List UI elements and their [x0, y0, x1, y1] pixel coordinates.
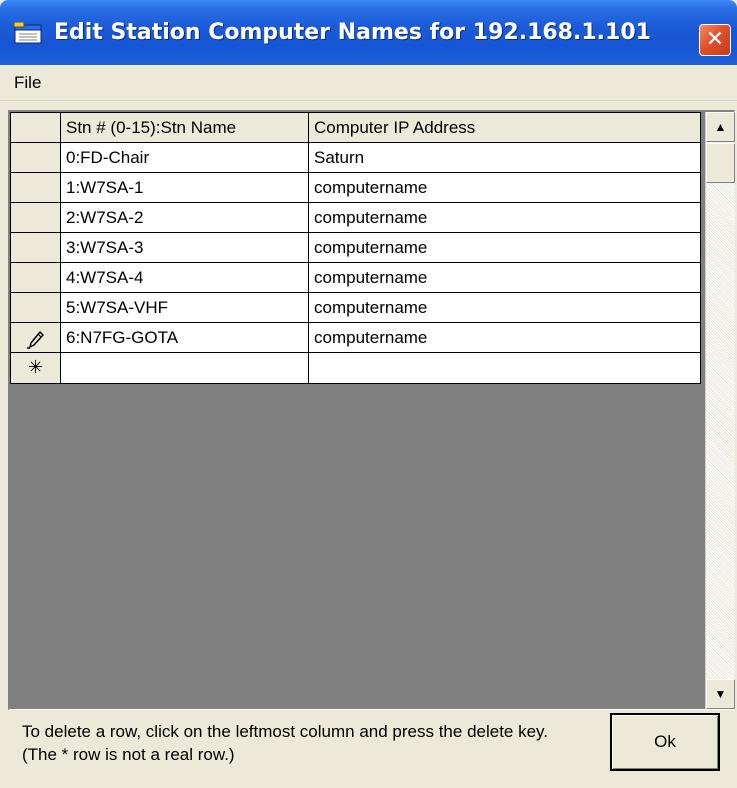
station-cell[interactable]: 6:N7FG-GOTA	[60, 322, 309, 353]
close-icon: ✕	[705, 27, 725, 52]
computer-cell[interactable]: computername	[308, 292, 701, 323]
vertical-scrollbar[interactable]: ▲ ▼	[705, 112, 735, 709]
station-cell[interactable]: 0:FD-Chair	[60, 142, 309, 173]
window-app-icon	[14, 22, 42, 44]
computer-cell[interactable]: computername	[308, 322, 701, 353]
header-row: Stn # (0-15):Stn Name Computer IP Addres…	[10, 112, 701, 143]
computer-cell[interactable]: computername	[308, 172, 701, 203]
asterisk-icon: ✳	[27, 357, 44, 378]
arrow-down-icon: ▼	[714, 687, 727, 701]
row-selector[interactable]: ✳	[10, 352, 61, 384]
computer-cell[interactable]: computername	[308, 202, 701, 233]
scroll-thumb[interactable]	[706, 143, 735, 183]
title-bar[interactable]: Edit Station Computer Names for 192.168.…	[0, 0, 737, 65]
row-selector[interactable]	[10, 322, 61, 353]
table-row: 4:W7SA-4 computername	[10, 262, 701, 293]
station-grid: Stn # (0-15):Stn Name Computer IP Addres…	[8, 110, 735, 710]
corner-header-cell[interactable]	[10, 112, 61, 143]
dialog-window: Edit Station Computer Names for 192.168.…	[0, 0, 737, 788]
computer-cell[interactable]: Saturn	[308, 142, 701, 173]
table-row: 5:W7SA-VHF computername	[10, 292, 701, 323]
menu-item-file[interactable]: File	[10, 71, 45, 95]
computer-cell[interactable]	[308, 352, 701, 384]
new-row: ✳	[10, 352, 701, 384]
arrow-up-icon: ▲	[714, 120, 727, 134]
menu-bar: File	[0, 65, 737, 101]
table-row-editing: 6:N7FG-GOTA computername	[10, 322, 701, 353]
grid-viewport: Stn # (0-15):Stn Name Computer IP Addres…	[10, 112, 705, 709]
pencil-icon	[26, 331, 44, 349]
column-header-computer[interactable]: Computer IP Address	[308, 112, 701, 143]
table-row: 2:W7SA-2 computername	[10, 202, 701, 233]
row-selector[interactable]	[10, 292, 61, 323]
row-selector[interactable]	[10, 232, 61, 263]
table-row: 1:W7SA-1 computername	[10, 172, 701, 203]
station-cell[interactable]: 5:W7SA-VHF	[60, 292, 309, 323]
station-cell[interactable]: 3:W7SA-3	[60, 232, 309, 263]
station-cell[interactable]: 1:W7SA-1	[60, 172, 309, 203]
station-cell[interactable]: 4:W7SA-4	[60, 262, 309, 293]
station-cell[interactable]	[60, 352, 309, 384]
ok-button[interactable]: Ok	[610, 713, 720, 771]
window-title: Edit Station Computer Names for 192.168.…	[54, 20, 651, 45]
row-selector[interactable]	[10, 262, 61, 293]
row-selector[interactable]	[10, 142, 61, 173]
scroll-track[interactable]	[706, 184, 735, 678]
row-selector[interactable]	[10, 202, 61, 233]
scroll-up-button[interactable]: ▲	[706, 112, 735, 142]
instructions-text: To delete a row, click on the leftmost c…	[22, 722, 549, 764]
station-table: Stn # (0-15):Stn Name Computer IP Addres…	[10, 112, 701, 384]
computer-cell[interactable]: computername	[308, 232, 701, 263]
station-cell[interactable]: 2:W7SA-2	[60, 202, 309, 233]
scroll-down-button[interactable]: ▼	[706, 679, 735, 709]
row-selector[interactable]	[10, 172, 61, 203]
close-button[interactable]: ✕	[699, 24, 731, 56]
table-row: 3:W7SA-3 computername	[10, 232, 701, 263]
table-row: 0:FD-Chair Saturn	[10, 142, 701, 173]
computer-cell[interactable]: computername	[308, 262, 701, 293]
column-header-station[interactable]: Stn # (0-15):Stn Name	[60, 112, 309, 143]
